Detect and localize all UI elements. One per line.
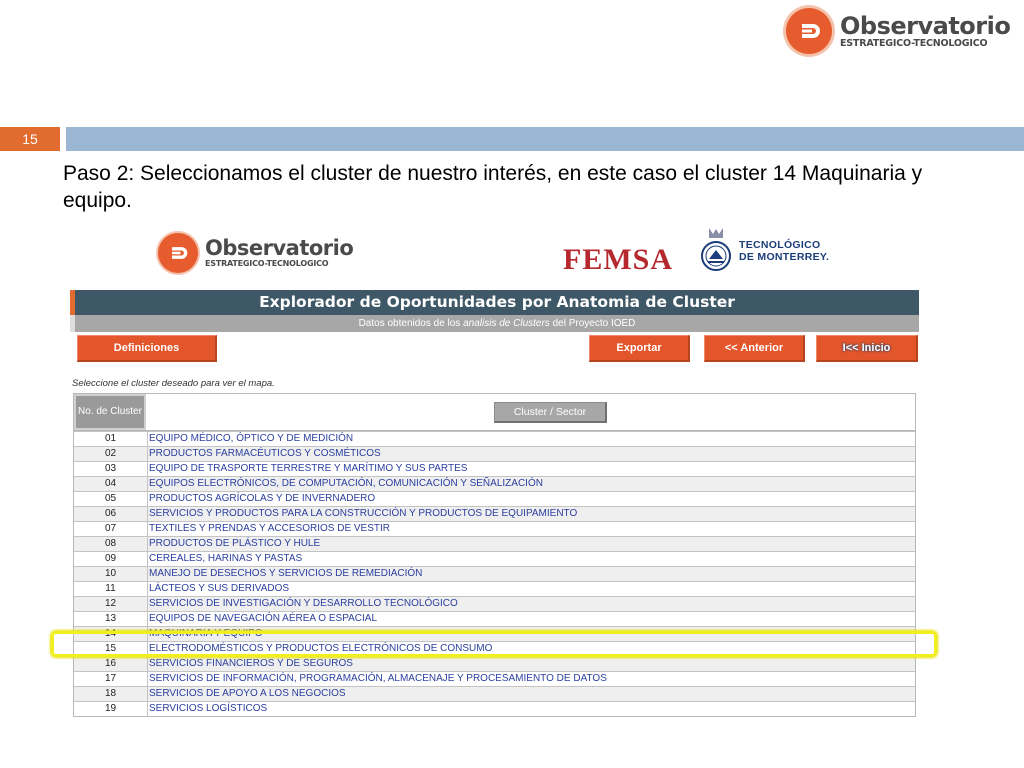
cluster-name-link[interactable]: PRODUCTOS AGRÍCOLAS Y DE INVERNADERO — [148, 492, 915, 506]
observatorio-logo: Observatorio ESTRATEGICO-TECNOLOGICO — [786, 8, 1011, 54]
logo-sub-text: ESTRATEGICO-TECNOLOGICO — [840, 37, 988, 49]
cluster-number-cell: 09 — [74, 552, 148, 566]
cluster-name-link[interactable]: SERVICIOS FINANCIEROS Y DE SEGUROS — [148, 657, 915, 671]
table-row[interactable]: 06 SERVICIOS Y PRODUCTOS PARA LA CONSTRUC… — [74, 506, 915, 521]
cluster-number-cell: 16 — [74, 657, 148, 671]
table-row[interactable]: 02 PRODUCTOS FARMACÉUTICOS Y COSMÉTICOS — [74, 446, 915, 461]
anterior-button[interactable]: << Anterior — [704, 335, 805, 362]
cluster-name-link[interactable]: SERVICIOS LOGÍSTICOS — [148, 702, 915, 716]
cluster-number-cell: 12 — [74, 597, 148, 611]
header-cluster-number: No. de Cluster — [74, 394, 146, 430]
cluster-number-cell: 01 — [74, 432, 148, 446]
inner-logo-sub-text: ESTRATEGICO-TECNOLOGICO — [205, 259, 329, 268]
table-row[interactable]: 01 EQUIPO MÉDICO, ÓPTICO Y DE MEDICIÓN — [74, 431, 915, 446]
femsa-logo: FEMSA — [563, 243, 673, 276]
cluster-number-cell: 13 — [74, 612, 148, 626]
table-row[interactable]: 19 SERVICIOS LOGÍSTICOS — [74, 701, 915, 716]
tec-monterrey-logo: TECNOLÓGICO DE MONTERREY. — [699, 226, 829, 276]
app-title: Explorador de Oportunidades por Anatomia… — [70, 290, 919, 315]
app-subtitle-pre: Datos obtenidos de los — [358, 318, 461, 329]
cluster-number-cell: 07 — [74, 522, 148, 536]
cluster-name-link[interactable]: SERVICIOS DE INFORMACIÓN, PROGRAMACIÓN, … — [148, 672, 915, 686]
table-row[interactable]: 08 PRODUCTOS DE PLÁSTICO Y HULE — [74, 536, 915, 551]
exportar-button[interactable]: Exportar — [589, 335, 690, 362]
cluster-number-cell: 04 — [74, 477, 148, 491]
cluster-name-link[interactable]: CEREALES, HARINAS Y PASTAS — [148, 552, 915, 566]
cluster-name-link[interactable]: EQUIPO MÉDICO, ÓPTICO Y DE MEDICIÓN — [148, 432, 915, 446]
tec-line2: DE MONTERREY. — [739, 251, 830, 263]
table-row[interactable]: 07 TEXTILES Y PRENDAS Y ACCESORIOS DE VES… — [74, 521, 915, 536]
table-row[interactable]: 05 PRODUCTOS AGRÍCOLAS Y DE INVERNADERO — [74, 491, 915, 506]
cluster-number-cell: 10 — [74, 567, 148, 581]
app-subtitle: Datos obtenidos de los analisis de Clust… — [70, 315, 919, 332]
logo-main-text: Observatorio — [840, 11, 1011, 40]
cluster-table: No. de Cluster Cluster / Sector 01 EQUIPO… — [73, 393, 916, 717]
table-row[interactable]: 13 EQUIPOS DE NAVEGACIÓN AÉREA O ESPACIAL — [74, 611, 915, 626]
cluster-name-link[interactable]: MANEJO DE DESECHOS Y SERVICIOS DE REMEDI… — [148, 567, 915, 581]
cluster-name-link[interactable]: PRODUCTOS FARMACÉUTICOS Y COSMÉTICOS — [148, 447, 915, 461]
table-row[interactable]: 11 LÁCTEOS Y SUS DERIVADOS — [74, 581, 915, 596]
table-row[interactable]: 04 EQUIPOS ELECTRÓNICOS, DE COMPUTACIÓN, … — [74, 476, 915, 491]
table-row[interactable]: 10 MANEJO DE DESECHOS Y SERVICIOS DE REME… — [74, 566, 915, 581]
inner-observatorio-logo-icon — [158, 233, 198, 273]
table-row[interactable]: 09 CEREALES, HARINAS Y PASTAS — [74, 551, 915, 566]
slide-body-text: Paso 2: Seleccionamos el cluster de nues… — [63, 162, 923, 212]
cluster-number-cell: 18 — [74, 687, 148, 701]
observatorio-logo-icon — [786, 8, 832, 54]
cluster-name-link[interactable]: EQUIPOS DE NAVEGACIÓN AÉREA O ESPACIAL — [148, 612, 915, 626]
header-cluster-sector-button[interactable]: Cluster / Sector — [493, 401, 608, 423]
cluster-name-link[interactable]: SERVICIOS DE APOYO A LOS NEGOCIOS — [148, 687, 915, 701]
cluster-number-cell: 06 — [74, 507, 148, 521]
cluster-name-link[interactable]: SERVICIOS Y PRODUCTOS PARA LA CONSTRUCCI… — [148, 507, 915, 521]
inner-logo-main-text: Observatorio — [205, 236, 354, 260]
cluster-number-cell: 11 — [74, 582, 148, 596]
table-row[interactable]: 16 SERVICIOS FINANCIEROS Y DE SEGUROS — [74, 656, 915, 671]
inicio-button[interactable]: I<< Inicio — [816, 335, 918, 362]
tec-line1: TECNOLÓGICO — [739, 239, 821, 251]
definiciones-button[interactable]: Definiciones — [77, 335, 217, 362]
cluster-name-link[interactable]: EQUIPO DE TRASPORTE TERRESTRE Y MARÍTIMO… — [148, 462, 915, 476]
slide-title-bar — [66, 127, 1024, 151]
tec-crest-icon — [701, 228, 731, 271]
cluster-name-link[interactable]: PRODUCTOS DE PLÁSTICO Y HULE — [148, 537, 915, 551]
cluster-number-cell: 03 — [74, 462, 148, 476]
cluster-name-link[interactable]: TEXTILES Y PRENDAS Y ACCESORIOS DE VESTI… — [148, 522, 915, 536]
cluster-name-link[interactable]: EQUIPOS ELECTRÓNICOS, DE COMPUTACIÓN, CO… — [148, 477, 915, 491]
cluster-number-cell: 02 — [74, 447, 148, 461]
app-subtitle-em: analisis de Clusters — [463, 318, 550, 329]
highlight-box-cluster-14 — [51, 631, 937, 657]
inner-observatorio-logo: Observatorio ESTRATEGICO-TECNOLOGICO — [158, 233, 354, 273]
cluster-number-cell: 08 — [74, 537, 148, 551]
table-row[interactable]: 03 EQUIPO DE TRASPORTE TERRESTRE Y MARÍTI… — [74, 461, 915, 476]
cluster-name-link[interactable]: SERVICIOS DE INVESTIGACIÓN Y DESARROLLO … — [148, 597, 915, 611]
table-row[interactable]: 18 SERVICIOS DE APOYO A LOS NEGOCIOS — [74, 686, 915, 701]
app-subtitle-post: del Proyecto IOED — [552, 318, 636, 329]
table-row[interactable]: 12 SERVICIOS DE INVESTIGACIÓN Y DESARROLL… — [74, 596, 915, 611]
cluster-number-cell: 05 — [74, 492, 148, 506]
cluster-table-header: No. de Cluster Cluster / Sector — [74, 394, 915, 431]
table-row[interactable]: 17 SERVICIOS DE INFORMACIÓN, PROGRAMACIÓN… — [74, 671, 915, 686]
cluster-number-cell: 19 — [74, 702, 148, 716]
slide-number: 15 — [0, 127, 60, 151]
cluster-table-body: 01 EQUIPO MÉDICO, ÓPTICO Y DE MEDICIÓN 02 P… — [74, 431, 915, 716]
cluster-number-cell: 17 — [74, 672, 148, 686]
select-cluster-prompt: Seleccione el cluster deseado para ver e… — [72, 378, 275, 389]
cluster-name-link[interactable]: LÁCTEOS Y SUS DERIVADOS — [148, 582, 915, 596]
